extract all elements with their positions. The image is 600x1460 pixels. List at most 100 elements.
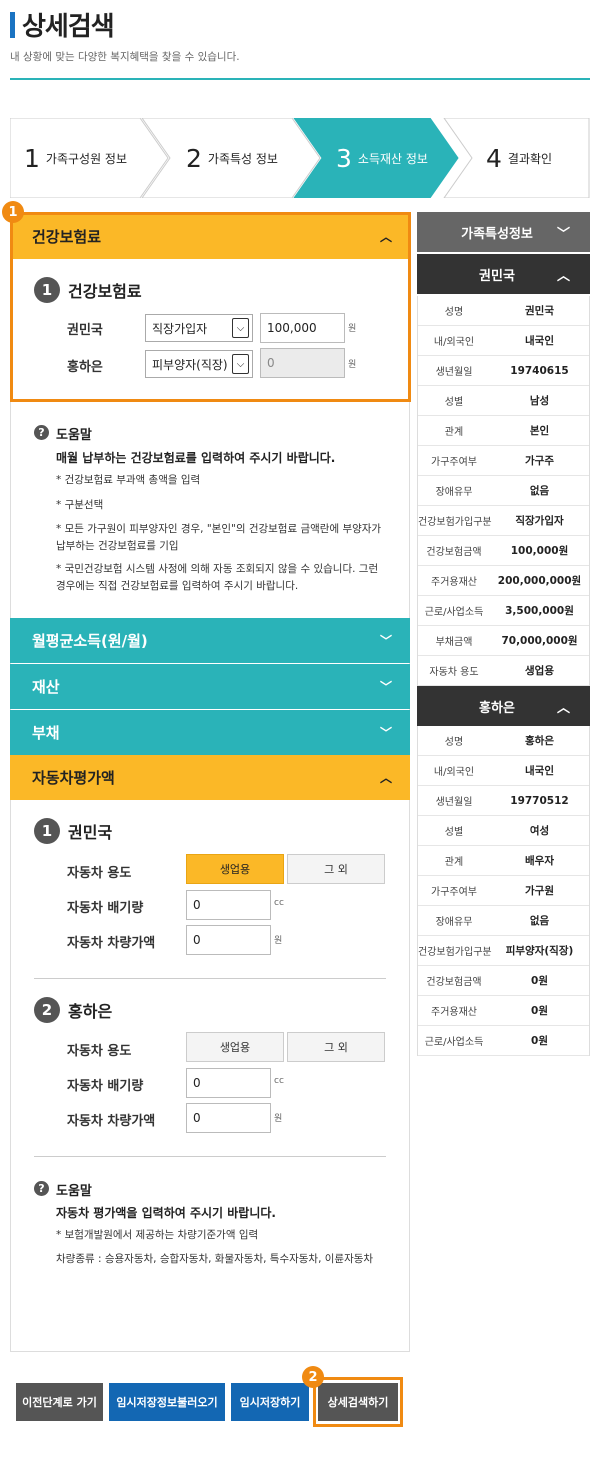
sidebar-info-key: 건강보험금액 <box>426 977 482 988</box>
sidebar-info-row: 성명 권민국 <box>418 296 589 326</box>
sidebar-info-row: 건강보험금액 0원 <box>418 966 589 996</box>
sidebar-info-row: 건강보험가입구분 피부양자(직장) <box>418 936 589 966</box>
sidebar-info-value: 200,000,000원 <box>497 575 582 587</box>
health-amount-input[interactable]: 0 <box>260 348 345 378</box>
accordion-debt-title: 부채 <box>32 724 60 742</box>
sidebar-info-value: 배우자 <box>525 855 554 867</box>
save-temp-button[interactable]: 임시저장하기 <box>231 1383 309 1421</box>
car-displacement-input[interactable]: 0 <box>186 1068 271 1098</box>
car-usage-other-button[interactable]: 그 외 <box>287 1032 385 1062</box>
prev-step-button[interactable]: 이전단계로 가기 <box>16 1383 103 1421</box>
sidebar-info-key: 성명 <box>444 307 464 318</box>
health-type-value: 직장가입자 <box>152 321 208 336</box>
health-type-value: 피부양자(직장) <box>152 357 228 372</box>
sidebar-member-name: 홍하은 <box>479 700 515 716</box>
sidebar-info-row: 근로/사업소득 0원 <box>418 1026 589 1056</box>
sidebar-info-key: 주거용재산 <box>431 577 477 588</box>
section-divider <box>34 1156 386 1157</box>
help-icon: ? <box>34 1181 49 1196</box>
accordion-property[interactable]: 재산 ﹀ <box>10 664 410 709</box>
health-type-select[interactable]: 피부양자(직장) ⌵ <box>145 350 253 378</box>
sidebar-info-key: 근로/사업소득 <box>424 1037 484 1048</box>
health-row-name: 홍하은 <box>67 360 103 375</box>
step-4[interactable]: 4 결과확인 <box>486 118 552 198</box>
accordion-income[interactable]: 월평균소득(원/월) ﹀ <box>10 618 410 663</box>
header-divider <box>10 78 590 80</box>
sidebar-info-value: 가구원 <box>525 885 554 897</box>
sidebar-family-title: 가족특성정보 <box>461 226 533 242</box>
sidebar-info-value: 생업용 <box>525 665 554 677</box>
sidebar-info-key: 장애유무 <box>435 487 473 498</box>
sidebar-info-row: 성명 홍하은 <box>418 726 589 756</box>
health-row-name: 권민국 <box>67 323 103 338</box>
chevron-down-icon: ﹀ <box>379 726 392 740</box>
sidebar-info-row: 주거용재산 200,000,000원 <box>418 566 589 596</box>
sidebar-info-row: 생년월일 19740615 <box>418 356 589 386</box>
sidebar-info-value: 본인 <box>529 425 550 437</box>
sidebar-member-header[interactable]: 권민국 ︿ <box>417 254 590 294</box>
car-value-input[interactable]: 0 <box>186 925 271 955</box>
sidebar-member-header[interactable]: 홍하은 ︿ <box>417 686 590 726</box>
number-circle-icon: 1 <box>34 277 60 303</box>
sidebar-info-row: 주거용재산 0원 <box>418 996 589 1026</box>
car-usage-business-button[interactable]: 생업용 <box>186 1032 284 1062</box>
car-person-name: 홍하은 <box>68 1002 113 1021</box>
section-divider <box>34 978 386 979</box>
sidebar-info-key: 건강보험가입구분 <box>418 517 492 528</box>
step-3-label: 소득재산 정보 <box>357 151 428 166</box>
car-usage-other-button[interactable]: 그 외 <box>287 854 385 884</box>
sidebar-family-header[interactable]: 가족특성정보 ﹀ <box>417 212 590 252</box>
accordion-car[interactable]: 자동차평가액 ︿ <box>10 755 410 800</box>
sidebar-info-row: 관계 배우자 <box>418 846 589 876</box>
sidebar-info-value: 19770512 <box>510 794 569 807</box>
step-4-number: 4 <box>486 143 502 173</box>
car-value-input[interactable]: 0 <box>186 1103 271 1133</box>
step-3-number: 3 <box>336 143 352 173</box>
sidebar-member-table: 성명 권민국 내/외국인 내국인 생년월일 19740615 성별 남성 관계 본인 가구주여부 가구… <box>417 296 590 686</box>
sidebar-info-value: 0원 <box>531 1035 548 1047</box>
sidebar-info-key: 주거용재산 <box>431 1007 477 1018</box>
sidebar-member-name: 권민국 <box>479 268 515 284</box>
sidebar-info-row: 부채금액 70,000,000원 <box>418 626 589 656</box>
sidebar-info-key: 건강보험금액 <box>426 547 482 558</box>
health-section-label: 건강보험료 <box>68 282 142 301</box>
highlight-box-search <box>313 1377 403 1427</box>
car-displacement-input[interactable]: 0 <box>186 890 271 920</box>
health-type-select[interactable]: 직장가입자 ⌵ <box>145 314 253 342</box>
sidebar-info-value: 직장가입자 <box>515 515 564 527</box>
accordion-debt[interactable]: 부채 ﹀ <box>10 710 410 755</box>
callout-badge-2: 2 <box>302 1366 324 1388</box>
sidebar-info-value: 남성 <box>529 395 550 407</box>
sidebar-info-key: 성명 <box>444 737 464 748</box>
sidebar-info-row: 건강보험금액 100,000원 <box>418 536 589 566</box>
step-indicator: 1 가족구성원 정보 2 가족특성 정보 3 소득재산 정보 4 결과확인 <box>10 118 590 198</box>
sidebar-info-value: 권민국 <box>525 305 554 317</box>
health-amount-input[interactable]: 100,000 <box>260 313 345 343</box>
sidebar-info-key: 가구주여부 <box>431 887 477 898</box>
step-1[interactable]: 1 가족구성원 정보 <box>24 118 127 198</box>
sidebar-info-key: 자동차 용도 <box>429 667 479 678</box>
help-title: 도움말 <box>56 428 92 443</box>
unit-label: 원 <box>348 360 357 370</box>
help-line: * 모든 가구원이 피부양자인 경우, "본인"의 건강보험료 금액란에 부양자… <box>56 523 382 552</box>
sidebar-info-value: 내국인 <box>525 335 554 347</box>
step-3[interactable]: 3 소득재산 정보 <box>336 118 428 198</box>
car-usage-business-button[interactable]: 생업용 <box>186 854 284 884</box>
sidebar-info-key: 성별 <box>444 397 464 408</box>
help-icon: ? <box>34 425 49 440</box>
sidebar-info-value: 홍하은 <box>525 735 554 747</box>
unit-label: cc <box>274 898 284 908</box>
load-temp-button[interactable]: 임시저장정보불러오기 <box>109 1383 225 1421</box>
chevron-down-icon: ﹀ <box>379 680 392 694</box>
sidebar-member-table: 성명 홍하은 내/외국인 내국인 생년월일 19770512 성별 여성 관계 배우자 가구주여부 가… <box>417 726 590 1056</box>
unit-label: 원 <box>348 324 357 334</box>
sidebar-info-key: 근로/사업소득 <box>424 607 484 618</box>
sidebar-info-value: 피부양자(직장) <box>505 945 574 957</box>
help-line: * 구분선택 <box>56 499 104 511</box>
sidebar-info-row: 건강보험가입구분 직장가입자 <box>418 506 589 536</box>
step-2[interactable]: 2 가족특성 정보 <box>186 118 278 198</box>
sidebar-info-value: 없음 <box>529 485 550 497</box>
chevron-down-icon: ⌵ <box>232 318 249 338</box>
sidebar-info-row: 생년월일 19770512 <box>418 786 589 816</box>
sidebar-info-key: 성별 <box>444 827 464 838</box>
